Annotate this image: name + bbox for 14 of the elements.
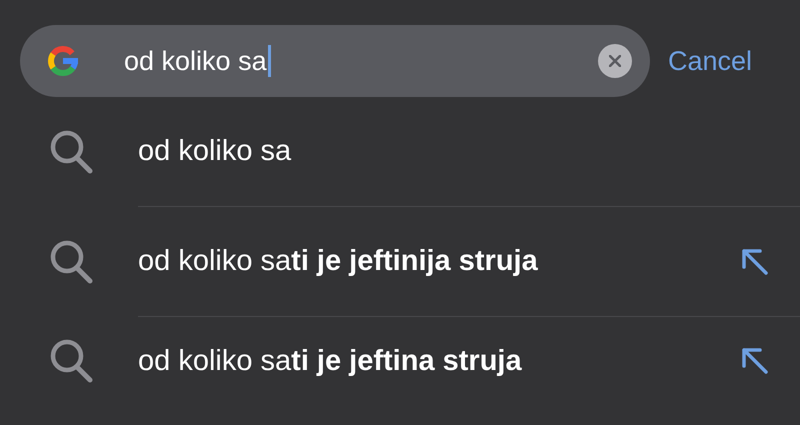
clear-button[interactable] [598,44,632,78]
text-cursor [268,45,271,77]
cancel-button[interactable]: Cancel [668,46,752,76]
suggestion-text[interactable]: od koliko sati je jeftinija struja [138,245,538,278]
search-icon [48,239,94,285]
suggestion-text[interactable]: od koliko sa [138,135,292,168]
search-icon [48,129,94,175]
search-icon [48,338,94,384]
arrow-icon[interactable] [740,246,770,276]
google-logo-icon [46,44,80,78]
arrow-icon[interactable] [740,346,770,376]
close-icon [609,55,621,67]
suggestion-text[interactable]: od koliko sati je jeftina struja [138,344,522,378]
search-field[interactable]: od koliko sa [20,25,650,97]
